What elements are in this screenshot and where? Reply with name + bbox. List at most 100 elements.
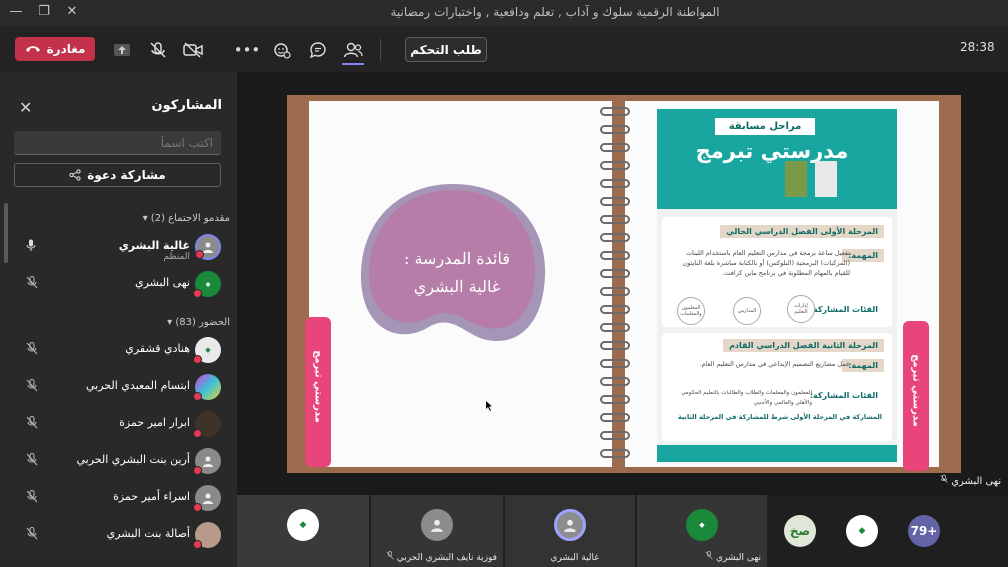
share-invite-button[interactable]: مشاركة دعوة: [14, 163, 221, 187]
attendees-header[interactable]: الحضور (83) ▾: [120, 317, 230, 328]
avatar: [195, 234, 221, 260]
close-icon[interactable]: ✕: [62, 4, 82, 19]
request-control-button[interactable]: طلب التحكم: [405, 37, 487, 62]
participant-category-circle: المدارس: [733, 297, 761, 325]
poster-title: مدرستي تبرمج: [695, 139, 849, 163]
gallery-tile-name: نهى البشري: [705, 551, 761, 563]
gallery-tile-name-text: فوزية نايف البشري الحربي: [396, 553, 497, 563]
stage2-section: المرحلة الثانية الفصل الدراسي القادم الم…: [662, 333, 892, 441]
participant-category-circle: إدارات التعليم: [787, 295, 815, 323]
mic-off-icon: [26, 379, 38, 395]
mic-off-icon: [26, 453, 38, 469]
meeting-timer: 28:38: [960, 40, 995, 54]
minecraft-character-icon: [815, 161, 837, 197]
participant-row[interactable]: أصالة بنت البشري: [0, 518, 237, 554]
stage2-participants-tag: الفئات المشاركة:: [803, 389, 884, 402]
share-invite-label: مشاركة دعوة: [87, 168, 166, 182]
participant-name: نهى البشري: [134, 276, 190, 289]
logo-avatar[interactable]: ◆: [846, 515, 878, 547]
mic-off-icon: [386, 551, 394, 563]
mic-off-icon: [26, 416, 38, 432]
notebook-tab-right: مدرستي تبرمج: [903, 321, 929, 471]
overflow-participants-button[interactable]: 79+: [908, 515, 940, 547]
participant-row[interactable]: ◆ نهى البشري: [0, 267, 237, 303]
spiral-ring: [600, 395, 630, 404]
share-tray-icon[interactable]: [111, 39, 133, 61]
window-title: المواطنة الرقمية سلوك و آداب , تعلم وداف…: [390, 5, 720, 19]
avatar: [193, 448, 221, 475]
avatar: ◆: [193, 271, 221, 298]
participant-search-input[interactable]: [14, 131, 221, 155]
participant-row[interactable]: ◆ هنادي قشقري: [0, 333, 237, 369]
spiral-ring: [600, 125, 630, 134]
restore-icon[interactable]: ❐: [34, 4, 54, 19]
toolbar-divider: [380, 39, 381, 61]
avatar: [193, 522, 221, 549]
mic-off-icon[interactable]: [147, 39, 169, 61]
camera-off-icon[interactable]: [182, 39, 204, 61]
spiral-ring: [600, 251, 630, 260]
gallery-tile[interactable]: ◆: [237, 495, 369, 567]
sobh-avatar[interactable]: صخ: [784, 515, 816, 547]
chat-icon[interactable]: [307, 39, 329, 61]
chevron-down-icon: ▾: [142, 213, 148, 224]
gallery-tile-name: فوزية نايف البشري الحربي: [386, 551, 497, 563]
poster-header: مراحل مسابقة مدرستي تبرمج: [657, 109, 897, 209]
presenters-header[interactable]: مقدمو الاجتماع (2) ▾: [120, 213, 230, 224]
poster-footer: [657, 445, 897, 462]
notebook-tab-right-label: مدرستي تبرمج: [910, 354, 922, 427]
participant-row[interactable]: غالية البشري المنظم: [0, 230, 237, 266]
leave-button[interactable]: مغادرة: [15, 37, 95, 61]
busy-status-dot: [193, 503, 202, 512]
mic-off-icon: [940, 474, 948, 487]
gallery-tile[interactable]: ◆ نهى البشري: [637, 495, 767, 567]
notebook-tab-left-label: مدرستي تبرمج: [312, 350, 324, 423]
participants-panel: المشاركون ✕ مشاركة دعوة مقدمو الاجتماع (…: [0, 72, 237, 567]
mic-off-icon: [26, 490, 38, 506]
participants-title: المشاركون: [151, 98, 222, 113]
shared-screen-stage: مدرستي تبرمج مدرستي تبرمج قائدة المدرسة …: [237, 72, 1008, 495]
spiral-ring: [600, 377, 630, 386]
participant-row[interactable]: اسراء أمير حمزة: [0, 481, 237, 517]
spiral-ring: [600, 107, 630, 116]
avatar: [554, 509, 586, 541]
participant-row[interactable]: أرين بنت البشري الحربي: [0, 444, 237, 480]
spiral-ring: [600, 431, 630, 440]
shared-slide[interactable]: مدرستي تبرمج مدرستي تبرمج قائدة المدرسة …: [287, 95, 961, 473]
minimize-icon[interactable]: —: [6, 4, 26, 19]
avatar: ◆: [686, 509, 718, 541]
more-icon[interactable]: •••: [234, 39, 261, 61]
reactions-icon[interactable]: [271, 39, 293, 61]
mic-off-icon: [26, 276, 38, 292]
stage1-task-text: تفعيل ساعة برمجة في مدارس التعليم العام …: [682, 249, 850, 277]
avatar: ◆: [193, 337, 221, 364]
gallery-tile-name: غالية البشري: [550, 553, 599, 563]
busy-status-dot: [195, 250, 204, 259]
leave-label: مغادرة: [46, 42, 86, 56]
busy-status-dot: [193, 540, 202, 549]
share-icon: [69, 169, 81, 181]
stage2-note: المشاركة في المرحلة الأولى شرط للمشاركة …: [677, 413, 882, 421]
stage1-participants-tag: الفئات المشاركة:: [803, 303, 884, 316]
close-panel-icon[interactable]: ✕: [19, 98, 32, 117]
chevron-down-icon: ▾: [167, 317, 173, 328]
people-icon[interactable]: [342, 39, 364, 61]
active-speaker-label: نهى البشري: [940, 474, 1001, 487]
busy-status-dot: [193, 466, 202, 475]
gallery-tile[interactable]: فوزية نايف البشري الحربي: [371, 495, 503, 567]
gallery-tile-active[interactable]: غالية البشري: [505, 495, 635, 567]
participant-name: أصالة بنت البشري: [106, 527, 190, 540]
hang-up-icon: [25, 46, 40, 52]
stage2-participants-text: المعلمون والمعلمات والطلاب والطالبات بال…: [681, 390, 812, 406]
busy-status-dot: [193, 355, 202, 364]
stage1-section: المرحلة الأولى الفصل الدراسي الحالي المه…: [662, 217, 892, 327]
spiral-ring: [600, 143, 630, 152]
participant-category-circle: المعلمون والمعلمات: [677, 297, 705, 325]
participant-name: ابتسام المعبدي الحربي: [86, 379, 190, 392]
participant-name: هنادي قشقري: [125, 342, 190, 355]
participant-row[interactable]: ابتسام المعبدي الحربي: [0, 370, 237, 406]
minecraft-character-icon: [785, 161, 807, 197]
busy-status-dot: [193, 289, 202, 298]
gallery-tile-name-text: نهى البشري: [715, 553, 761, 563]
participant-row[interactable]: ابرار امير حمزة: [0, 407, 237, 443]
